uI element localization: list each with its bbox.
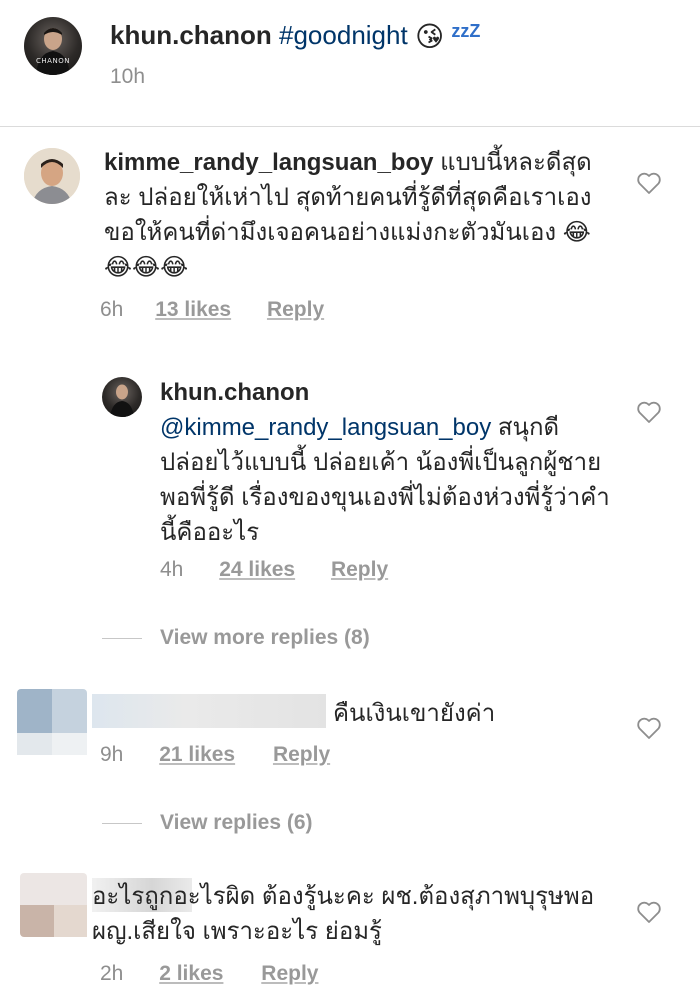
avatar-person-icon: [36, 28, 70, 75]
comment-text-line: อะไรถูกอะไรผิด ต้องรู้นะคะ ผช.ต้องสุภาพบ…: [92, 879, 622, 949]
caption-divider: [0, 126, 700, 127]
reply-body: khun.chanon @kimme_randy_langsuan_boy สน…: [160, 375, 610, 550]
post-caption: CHANON khun.chanon #goodnight 😘 zzZ 10h: [0, 0, 700, 125]
comment-text: คืนเงินเขายังค่า: [333, 700, 496, 727]
kiss-emoji-icon: 😘: [414, 21, 445, 53]
blurred-avatar[interactable]: [17, 689, 87, 755]
likes-count-link[interactable]: 24 likes: [219, 558, 295, 582]
avatar-person-icon: [24, 148, 80, 204]
post-time: 10h: [110, 65, 146, 88]
reply-button[interactable]: Reply: [273, 743, 330, 767]
view-replies-label: View replies (6): [160, 811, 313, 834]
comment-time: 2h: [100, 962, 124, 985]
reply-username[interactable]: khun.chanon: [160, 379, 309, 406]
reply-button[interactable]: Reply: [261, 962, 318, 986]
caption-line: khun.chanon #goodnight 😘 zzZ: [110, 18, 480, 54]
comment-body: kimme_randy_langsuan_boy แบบนี้หละดีสุดล…: [104, 145, 604, 285]
like-heart-icon[interactable]: [636, 716, 662, 740]
hashtag-link[interactable]: #goodnight: [279, 20, 408, 50]
toggle-line: [102, 822, 142, 824]
reply-author-avatar[interactable]: [102, 377, 142, 417]
commenter-avatar[interactable]: [24, 148, 80, 204]
toggle-line: [102, 637, 142, 639]
like-heart-icon[interactable]: [636, 171, 662, 195]
view-more-replies-button[interactable]: View more replies (8): [102, 626, 370, 650]
like-heart-icon[interactable]: [636, 900, 662, 924]
likes-count-link[interactable]: 2 likes: [159, 962, 223, 986]
likes-count-link[interactable]: 13 likes: [155, 298, 231, 322]
sleep-zzz-icon: zzZ: [451, 21, 481, 42]
comment-meta: 6h 13 likes Reply: [100, 298, 324, 322]
reply-time: 4h: [160, 558, 184, 581]
post-author-username[interactable]: khun.chanon: [110, 20, 272, 50]
avatar-label: CHANON: [36, 57, 70, 65]
comment-text: อะไรถูกอะไรผิด ต้องรู้นะคะ ผช.ต้องสุภาพบ…: [92, 883, 595, 945]
blurred-avatar-lower: [17, 733, 87, 755]
post-author-avatar[interactable]: CHANON: [24, 17, 82, 75]
avatar-person-icon: [110, 384, 134, 417]
comment-time: 6h: [100, 298, 124, 321]
blurred-username: [92, 694, 326, 728]
like-heart-icon[interactable]: [636, 400, 662, 424]
reply-button[interactable]: Reply: [331, 558, 388, 582]
mention-link[interactable]: @kimme_randy_langsuan_boy: [160, 414, 491, 441]
reply-meta: 4h 24 likes Reply: [160, 558, 388, 582]
view-more-replies-label: View more replies (8): [160, 626, 370, 649]
blurred-avatar-quad: [54, 905, 87, 937]
comment-username[interactable]: kimme_randy_langsuan_boy: [104, 149, 433, 176]
comment-meta: 9h 21 likes Reply: [100, 743, 330, 767]
comment-time: 9h: [100, 743, 124, 766]
reply-button[interactable]: Reply: [267, 298, 324, 322]
blurred-avatar[interactable]: [20, 873, 87, 937]
view-replies-button[interactable]: View replies (6): [102, 811, 313, 835]
comment-meta: 2h 2 likes Reply: [100, 962, 318, 986]
likes-count-link[interactable]: 21 likes: [159, 743, 235, 767]
